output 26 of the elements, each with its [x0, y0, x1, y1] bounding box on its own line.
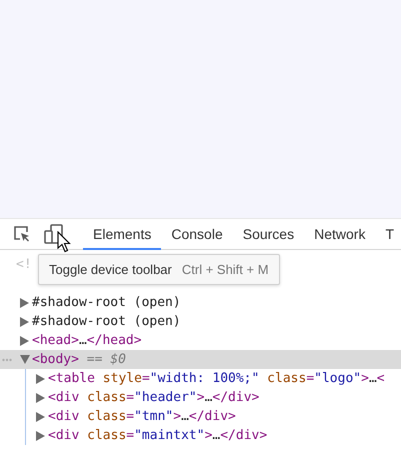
dom-node[interactable]: <table style="width: 100%;" class="logo">…<: [48, 371, 385, 386]
dom-node[interactable]: <body> == $0: [32, 352, 126, 367]
shortcut-label: Ctrl + Shift + M: [182, 262, 269, 277]
dom-node[interactable]: <div class="tmn">…</div>: [48, 409, 236, 424]
dom-node[interactable]: #shadow-root (open): [32, 314, 181, 329]
tooltip-label: Toggle device toolbar: [49, 262, 172, 277]
devtools-tab[interactable]: Sources: [232, 218, 304, 250]
dom-node[interactable]: <div class="header">…</div>: [48, 390, 260, 405]
expand-triangle-icon[interactable]: [36, 374, 45, 384]
collapse-triangle-icon[interactable]: [20, 355, 30, 364]
expand-triangle-icon[interactable]: [20, 316, 29, 326]
selected-row[interactable]: <body> == $0: [0, 350, 401, 369]
inspect-icon[interactable]: [13, 225, 31, 243]
expand-triangle-icon[interactable]: [36, 392, 45, 402]
dom-node[interactable]: <head>…</head>: [32, 333, 142, 348]
expand-triangle-icon[interactable]: [36, 412, 45, 422]
dom-node[interactable]: <div class="maintxt">…</div>: [48, 428, 268, 443]
expand-triangle-icon[interactable]: [36, 430, 45, 440]
expand-triangle-icon[interactable]: [20, 298, 29, 308]
devtools-tab[interactable]: Elements: [83, 218, 162, 250]
dom-node[interactable]: #shadow-root (open): [32, 295, 181, 310]
expand-triangle-icon[interactable]: [20, 336, 29, 346]
device-icon[interactable]: [44, 224, 66, 244]
devtools-tab[interactable]: Console: [161, 218, 233, 250]
devtools-tab[interactable]: Network: [304, 218, 376, 250]
devtools-tab[interactable]: T: [375, 218, 401, 250]
